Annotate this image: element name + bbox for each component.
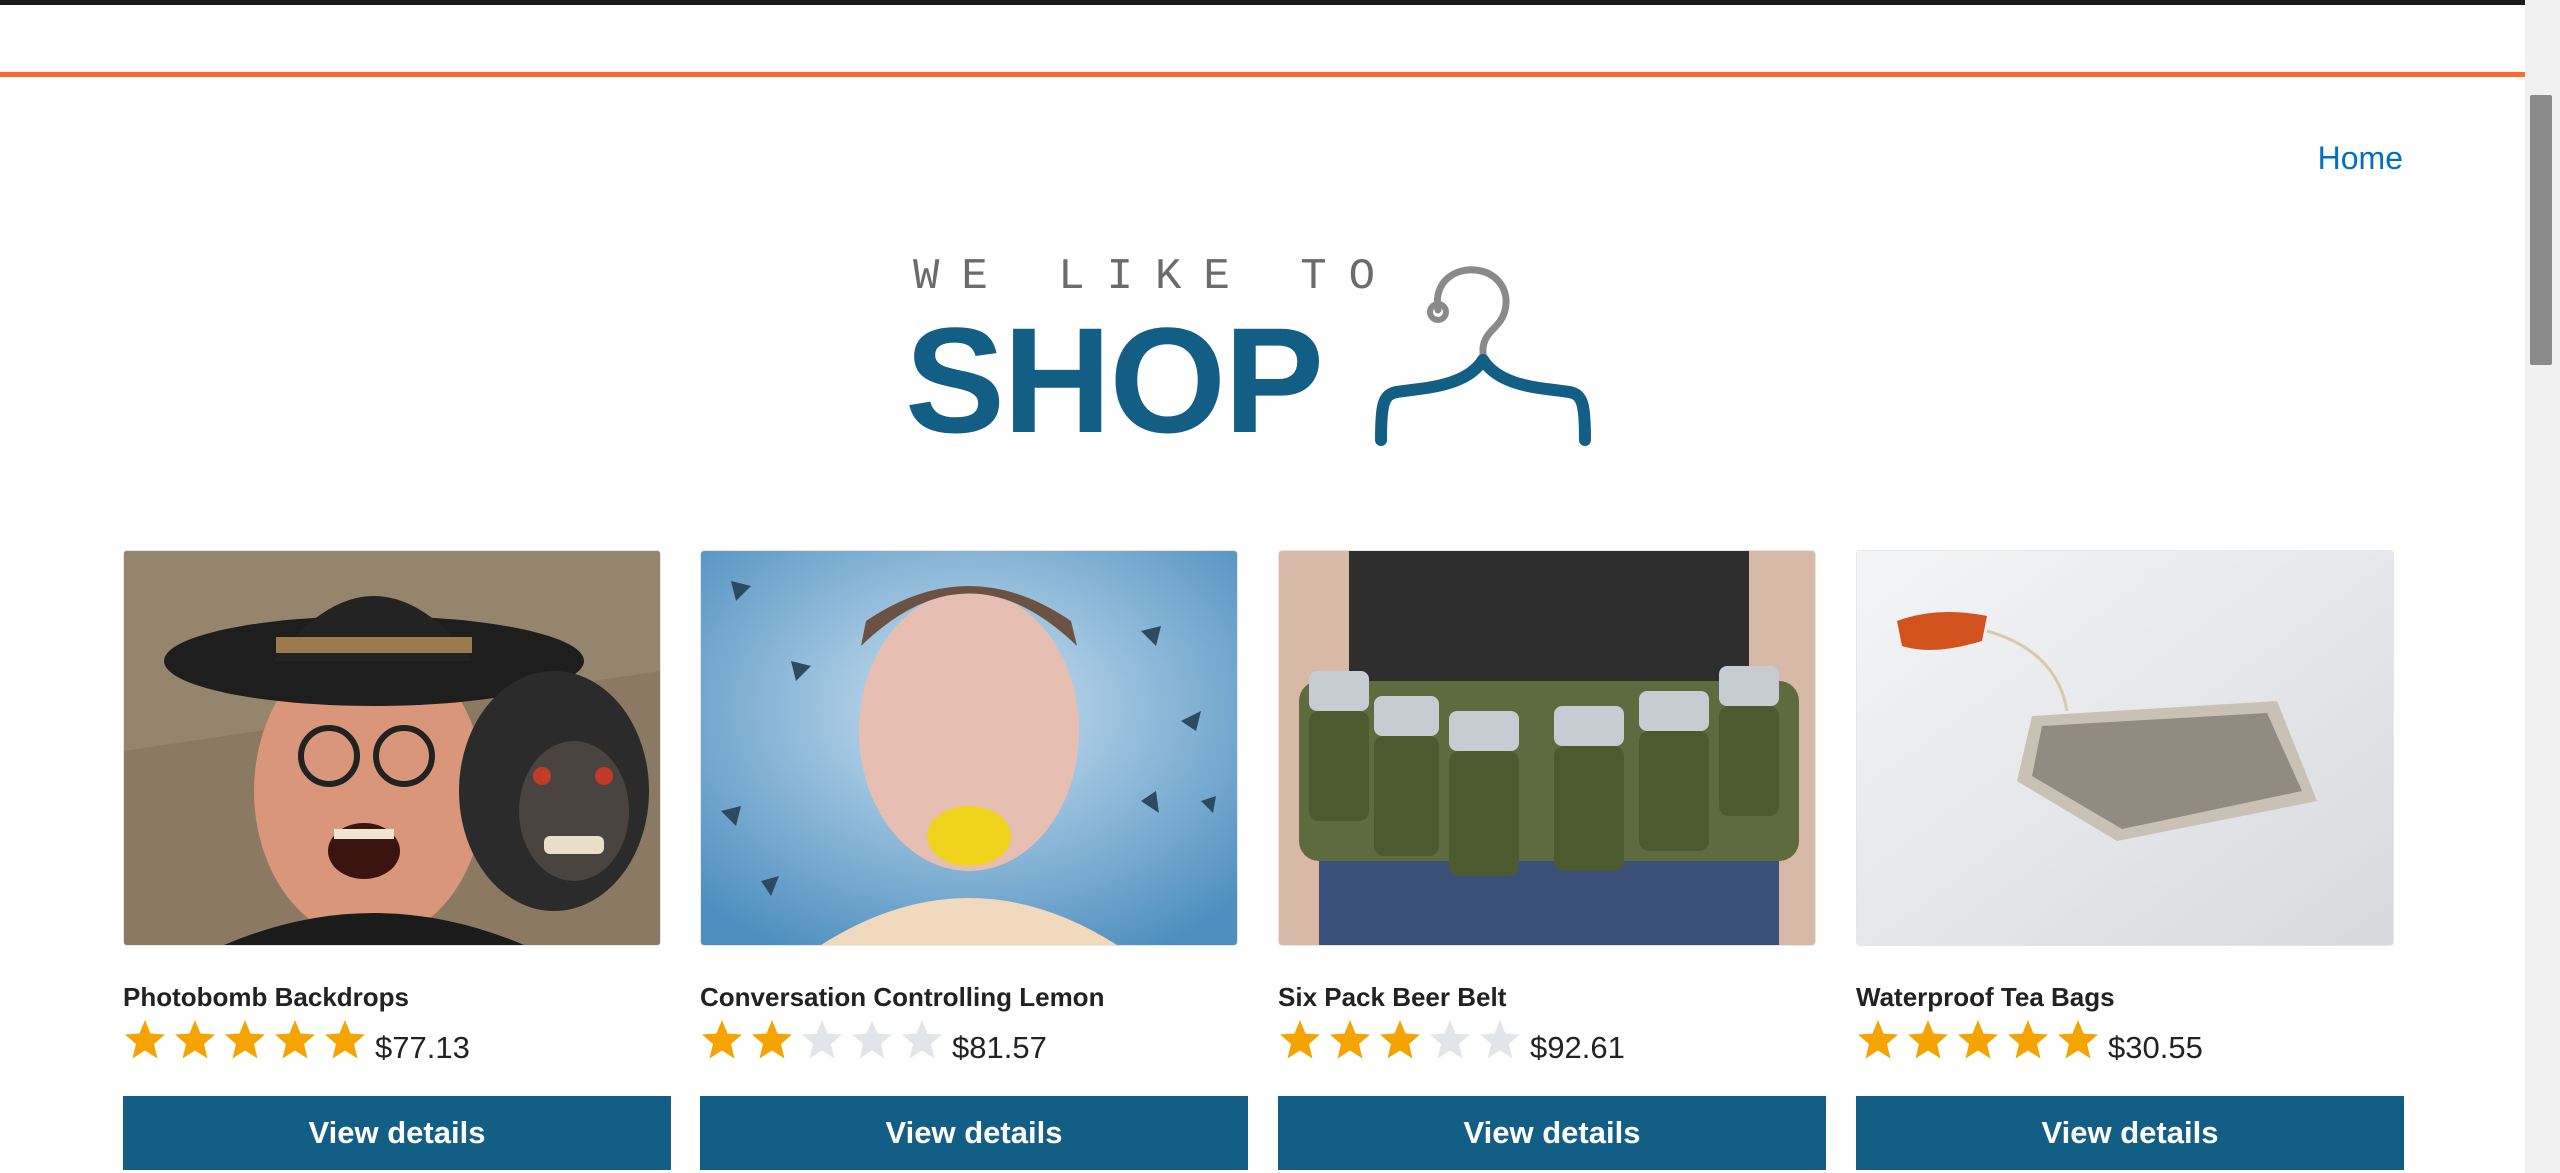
star-filled-icon xyxy=(325,1020,365,1059)
view-details-button[interactable]: View details xyxy=(700,1096,1248,1170)
product-price: $30.55 xyxy=(2108,1030,2203,1065)
star-filled-icon xyxy=(2008,1020,2048,1059)
star-empty-icon xyxy=(1480,1020,1520,1059)
star-filled-icon xyxy=(225,1020,265,1059)
site-logo: WE LIKE TO SHOP xyxy=(905,255,1625,455)
hanger-icon xyxy=(1375,266,1591,446)
browser-top-edge xyxy=(0,0,2525,5)
product-price: $77.13 xyxy=(375,1030,470,1065)
star-filled-icon xyxy=(1958,1020,1998,1059)
star-filled-icon xyxy=(1380,1020,1420,1059)
star-filled-icon xyxy=(1908,1020,1948,1059)
star-empty-icon xyxy=(802,1020,842,1059)
star-filled-icon xyxy=(702,1020,742,1059)
product-name: Waterproof Tea Bags xyxy=(1856,982,2115,1012)
star-filled-icon xyxy=(175,1020,215,1059)
star-filled-icon xyxy=(275,1020,315,1059)
star-empty-icon xyxy=(902,1020,942,1059)
star-filled-icon xyxy=(1280,1020,1320,1059)
logo-wordmark: SHOP xyxy=(905,296,1324,464)
nav-home-link[interactable]: Home xyxy=(2318,140,2403,177)
product-image[interactable] xyxy=(1856,550,2394,946)
product-price: $92.61 xyxy=(1530,1030,1625,1065)
star-empty-icon xyxy=(852,1020,892,1059)
product-price: $81.57 xyxy=(952,1030,1047,1065)
product-name: Six Pack Beer Belt xyxy=(1278,982,1507,1012)
view-details-button[interactable]: View details xyxy=(1856,1096,2404,1170)
scrollbar-thumb[interactable] xyxy=(2530,95,2552,365)
star-filled-icon xyxy=(752,1020,792,1059)
product-name: Conversation Controlling Lemon xyxy=(700,982,1105,1012)
product-image[interactable] xyxy=(700,550,1238,946)
star-filled-icon xyxy=(2058,1020,2098,1059)
view-details-button[interactable]: View details xyxy=(1278,1096,1826,1170)
logo-tagline: WE LIKE TO xyxy=(913,252,1398,302)
star-empty-icon xyxy=(1430,1020,1470,1059)
product-image[interactable] xyxy=(1278,550,1816,946)
view-details-button[interactable]: View details xyxy=(123,1096,671,1170)
star-filled-icon xyxy=(1858,1020,1898,1059)
product-image[interactable] xyxy=(123,550,661,946)
product-name: Photobomb Backdrops xyxy=(123,982,410,1012)
header-accent-line xyxy=(0,72,2525,77)
page-scrollbar[interactable] xyxy=(2525,0,2560,1173)
star-filled-icon xyxy=(125,1020,165,1059)
star-filled-icon xyxy=(1330,1020,1370,1059)
